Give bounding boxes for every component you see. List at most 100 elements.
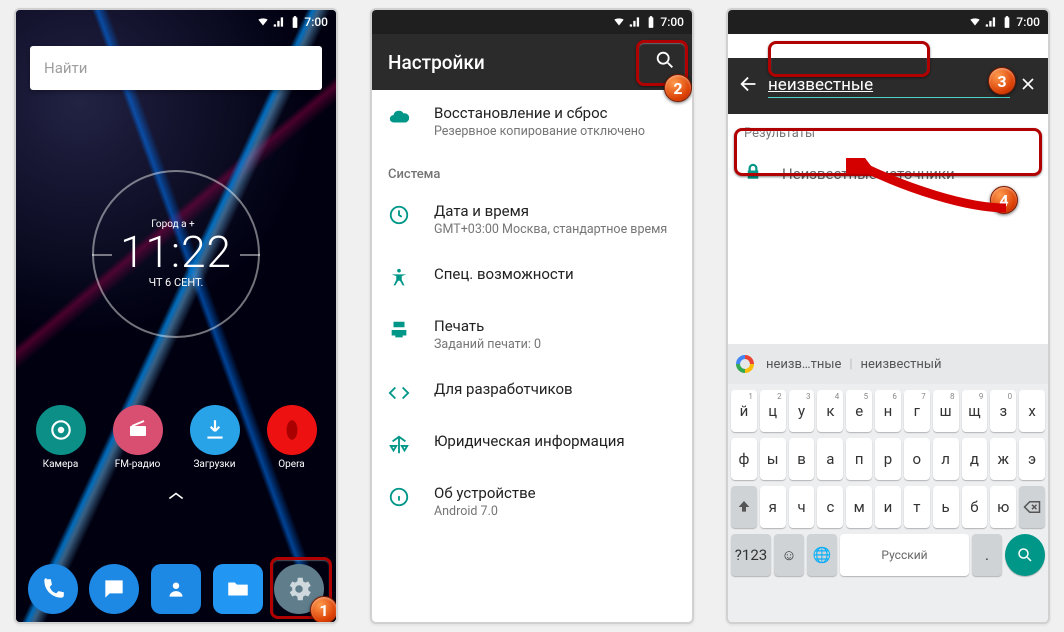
settings-item-print[interactable]: ПечатьЗаданий печати: 0 <box>372 303 692 366</box>
highlight-4 <box>734 128 1042 176</box>
key-ф[interactable]: ф <box>731 438 757 480</box>
key-search[interactable] <box>1005 534 1045 576</box>
key-й[interactable]: й1 <box>731 390 757 432</box>
close-icon <box>1018 74 1038 94</box>
battery-icon <box>1000 15 1014 29</box>
key-ж[interactable]: ж <box>990 438 1016 480</box>
signal-icon <box>984 15 998 29</box>
camera-icon <box>36 405 86 455</box>
google-logo-icon <box>736 355 754 373</box>
clear-button[interactable] <box>1018 74 1038 98</box>
dock-files[interactable] <box>213 564 263 614</box>
code-icon <box>388 382 410 404</box>
settings-item-accessibility[interactable]: Спец. возможности <box>372 251 692 303</box>
key-я[interactable]: я <box>760 486 786 528</box>
key-к[interactable]: к4 <box>817 390 843 432</box>
settings-title: Настройки <box>388 51 485 74</box>
app-row: Камера FM-радио Загрузки Opera <box>16 405 336 470</box>
key-и[interactable]: и <box>875 486 901 528</box>
key-emoji[interactable]: ☺ <box>774 534 804 576</box>
key-shift[interactable] <box>731 486 757 528</box>
radio-icon <box>113 405 163 455</box>
status-time: 7:00 <box>1016 15 1040 29</box>
dock-phone[interactable] <box>28 564 78 614</box>
key-с[interactable]: с <box>817 486 843 528</box>
key-щ[interactable]: щ9 <box>962 390 988 432</box>
key-д[interactable]: д <box>962 438 988 480</box>
key-п[interactable]: п <box>846 438 872 480</box>
key-э[interactable]: э <box>1019 438 1045 480</box>
key-ц[interactable]: ц2 <box>760 390 786 432</box>
app-fm-radio[interactable]: FM-радио <box>103 405 173 470</box>
search-placeholder: Найти <box>44 59 87 77</box>
app-camera[interactable]: Камера <box>26 405 96 470</box>
settings-item-developer[interactable]: Для разработчиков <box>372 366 692 418</box>
back-button[interactable] <box>738 73 760 99</box>
arrow-back-icon <box>738 73 760 95</box>
key-р[interactable]: р <box>875 438 901 480</box>
opera-icon <box>267 405 317 455</box>
key-о[interactable]: о <box>904 438 930 480</box>
download-icon <box>190 405 240 455</box>
clock-date: ЧТ 6 СЕНТ. <box>149 276 204 289</box>
signal-icon <box>272 15 286 29</box>
key-backspace[interactable] <box>1019 486 1045 528</box>
key-symbols[interactable]: ?123 <box>731 534 771 576</box>
key-з[interactable]: з0 <box>990 390 1016 432</box>
settings-item-backup[interactable]: Восстановление и сбросРезервное копирова… <box>372 90 692 153</box>
key-ч[interactable]: ч <box>789 486 815 528</box>
key-space[interactable]: Русский <box>840 534 969 576</box>
suggestion-1[interactable]: неизв…тные <box>764 353 843 376</box>
legal-icon <box>388 434 410 456</box>
keyboard: й1ц2у3к4е5н6г7ш8щ9з0х фывапролджэ ячсмит… <box>728 384 1048 622</box>
key-н[interactable]: н6 <box>875 390 901 432</box>
highlight-3 <box>768 41 930 77</box>
settings-list[interactable]: Восстановление и сбросРезервное копирова… <box>372 90 692 533</box>
key-л[interactable]: л <box>933 438 959 480</box>
clock-icon <box>388 204 410 226</box>
key-у[interactable]: у3 <box>789 390 815 432</box>
step-badge-4: 4 <box>990 186 1018 214</box>
key-в[interactable]: в <box>789 438 815 480</box>
dock-contacts[interactable] <box>151 564 201 614</box>
settings-item-legal[interactable]: Юридическая информация <box>372 418 692 470</box>
step-badge-2: 2 <box>664 74 692 102</box>
step-badge-1: 1 <box>310 596 336 622</box>
key-е[interactable]: е5 <box>846 390 872 432</box>
key-х[interactable]: х <box>1019 390 1045 432</box>
status-bar: 7:00 <box>372 10 692 34</box>
key-т[interactable]: т <box>904 486 930 528</box>
clock-widget[interactable]: Город а + 11:22 ЧТ 6 СЕНТ. <box>92 170 260 338</box>
info-icon <box>388 486 410 508</box>
search-input[interactable]: неизвестные <box>768 75 1010 98</box>
suggestion-2[interactable]: неизвестный <box>859 353 944 376</box>
key-м[interactable]: м <box>846 486 872 528</box>
google-search-bar[interactable]: Найти <box>30 46 322 90</box>
key-period[interactable]: . <box>972 534 1002 576</box>
key-language[interactable]: 🌐 <box>807 534 837 576</box>
key-ш[interactable]: ш8 <box>933 390 959 432</box>
search-panel: 7:00 неизвестные 3 Результаты Неизвестны… <box>726 8 1050 624</box>
home-wallpaper: 7:00 Найти Город а + 11:22 ЧТ 6 СЕНТ. Ка… <box>16 10 336 622</box>
key-ы[interactable]: ы <box>760 438 786 480</box>
wifi-icon <box>968 15 982 29</box>
key-г[interactable]: г7 <box>904 390 930 432</box>
key-а[interactable]: а <box>817 438 843 480</box>
key-б[interactable]: б <box>962 486 988 528</box>
key-ю[interactable]: ю <box>990 486 1016 528</box>
settings-item-datetime[interactable]: Дата и времяGMT+03:00 Москва, стандартно… <box>372 188 692 251</box>
status-bar: 7:00 <box>728 10 1048 34</box>
battery-icon <box>644 15 658 29</box>
dock-messages[interactable] <box>89 564 139 614</box>
key-ь[interactable]: ь <box>933 486 959 528</box>
step-badge-3: 3 <box>988 67 1016 95</box>
drawer-caret-icon[interactable] <box>166 487 186 506</box>
settings-item-about[interactable]: Об устройствеAndroid 7.0 <box>372 470 692 533</box>
app-opera[interactable]: Opera <box>257 405 327 470</box>
wifi-icon <box>256 15 270 29</box>
clock-time: 11:22 <box>120 230 232 274</box>
battery-icon <box>288 15 302 29</box>
settings-panel: 7:00 Настройки 2 Восстановление и сбросР… <box>370 8 694 624</box>
app-downloads[interactable]: Загрузки <box>180 405 250 470</box>
print-icon <box>388 319 410 341</box>
